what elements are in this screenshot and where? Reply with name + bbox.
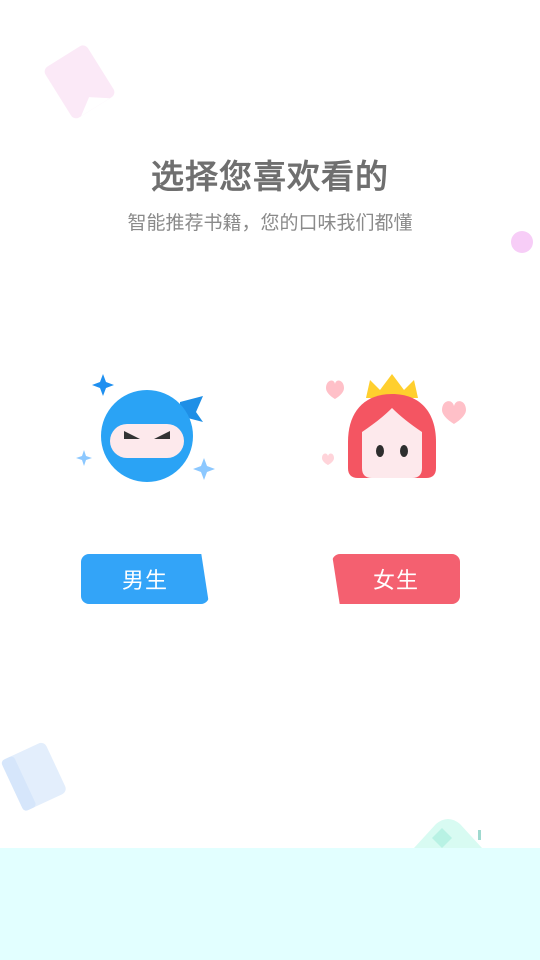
male-button-label: 男生 <box>121 569 168 594</box>
male-button[interactable]: 男生 <box>81 554 209 604</box>
deco-mint-shape-icon <box>414 819 482 848</box>
ninja-boy-icon[interactable] <box>72 368 220 492</box>
female-button-label: 女生 <box>372 569 419 594</box>
bottom-band <box>0 848 540 960</box>
deco-pink-card-icon <box>44 45 115 119</box>
female-button[interactable]: 女生 <box>332 554 460 604</box>
page-title: 选择您喜欢看的 <box>151 157 389 196</box>
princess-girl-icon[interactable] <box>318 372 474 484</box>
deco-blue-book-icon <box>1 742 66 811</box>
page-subtitle: 智能推荐书籍，您的口味我们都懂 <box>127 212 413 234</box>
